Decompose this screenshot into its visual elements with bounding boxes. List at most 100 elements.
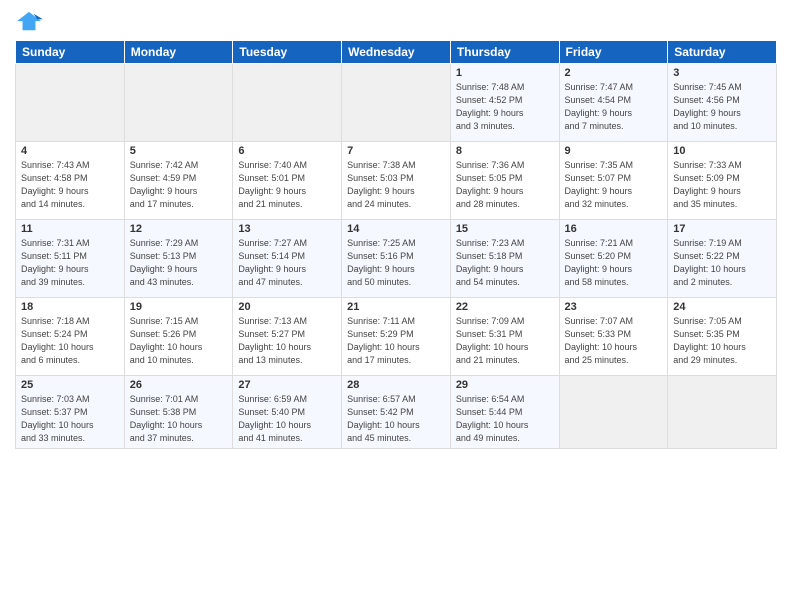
calendar-cell: 24 Sunrise: 7:05 AM Sunset: 5:35 PM Dayli… [668, 298, 777, 376]
day-info: Sunrise: 7:09 AM Sunset: 5:31 PM Dayligh… [456, 315, 554, 367]
calendar-cell [233, 64, 342, 142]
day-info: Sunrise: 7:38 AM Sunset: 5:03 PM Dayligh… [347, 159, 445, 211]
calendar-cell: 6 Sunrise: 7:40 AM Sunset: 5:01 PM Daylig… [233, 142, 342, 220]
day-info: Sunrise: 7:19 AM Sunset: 5:22 PM Dayligh… [673, 237, 771, 289]
calendar-page: SundayMondayTuesdayWednesdayThursdayFrid… [0, 0, 792, 612]
weekday-header-monday: Monday [124, 41, 233, 64]
day-number: 3 [673, 67, 771, 79]
day-info: Sunrise: 7:05 AM Sunset: 5:35 PM Dayligh… [673, 315, 771, 367]
day-info: Sunrise: 7:45 AM Sunset: 4:56 PM Dayligh… [673, 81, 771, 133]
calendar-cell: 19 Sunrise: 7:15 AM Sunset: 5:26 PM Dayli… [124, 298, 233, 376]
calendar-cell: 18 Sunrise: 7:18 AM Sunset: 5:24 PM Dayli… [16, 298, 125, 376]
calendar-cell [16, 64, 125, 142]
week-row-5: 25 Sunrise: 7:03 AM Sunset: 5:37 PM Dayli… [16, 376, 777, 449]
day-number: 11 [21, 223, 119, 235]
calendar-cell: 23 Sunrise: 7:07 AM Sunset: 5:33 PM Dayli… [559, 298, 668, 376]
calendar-cell: 4 Sunrise: 7:43 AM Sunset: 4:58 PM Daylig… [16, 142, 125, 220]
calendar-cell [342, 64, 451, 142]
day-info: Sunrise: 7:36 AM Sunset: 5:05 PM Dayligh… [456, 159, 554, 211]
calendar-table: SundayMondayTuesdayWednesdayThursdayFrid… [15, 40, 777, 449]
week-row-4: 18 Sunrise: 7:18 AM Sunset: 5:24 PM Dayli… [16, 298, 777, 376]
day-number: 13 [238, 223, 336, 235]
day-info: Sunrise: 7:15 AM Sunset: 5:26 PM Dayligh… [130, 315, 228, 367]
day-number: 23 [565, 301, 663, 313]
weekday-header-friday: Friday [559, 41, 668, 64]
day-info: Sunrise: 7:27 AM Sunset: 5:14 PM Dayligh… [238, 237, 336, 289]
day-info: Sunrise: 7:01 AM Sunset: 5:38 PM Dayligh… [130, 393, 228, 445]
calendar-cell: 25 Sunrise: 7:03 AM Sunset: 5:37 PM Dayli… [16, 376, 125, 449]
day-info: Sunrise: 6:54 AM Sunset: 5:44 PM Dayligh… [456, 393, 554, 445]
day-info: Sunrise: 7:23 AM Sunset: 5:18 PM Dayligh… [456, 237, 554, 289]
calendar-cell [124, 64, 233, 142]
logo [15, 10, 47, 34]
week-row-1: 1Sunrise: 7:48 AM Sunset: 4:52 PM Daylig… [16, 64, 777, 142]
day-number: 28 [347, 379, 445, 391]
calendar-cell: 10 Sunrise: 7:33 AM Sunset: 5:09 PM Dayli… [668, 142, 777, 220]
day-info: Sunrise: 7:07 AM Sunset: 5:33 PM Dayligh… [565, 315, 663, 367]
day-number: 8 [456, 145, 554, 157]
calendar-cell [668, 376, 777, 449]
day-info: Sunrise: 6:57 AM Sunset: 5:42 PM Dayligh… [347, 393, 445, 445]
header [15, 10, 777, 34]
day-info: Sunrise: 7:47 AM Sunset: 4:54 PM Dayligh… [565, 81, 663, 133]
day-info: Sunrise: 7:31 AM Sunset: 5:11 PM Dayligh… [21, 237, 119, 289]
day-number: 9 [565, 145, 663, 157]
calendar-cell: 14 Sunrise: 7:25 AM Sunset: 5:16 PM Dayli… [342, 220, 451, 298]
day-number: 5 [130, 145, 228, 157]
calendar-cell: 1Sunrise: 7:48 AM Sunset: 4:52 PM Daylig… [450, 64, 559, 142]
day-info: Sunrise: 7:33 AM Sunset: 5:09 PM Dayligh… [673, 159, 771, 211]
calendar-cell: 8 Sunrise: 7:36 AM Sunset: 5:05 PM Daylig… [450, 142, 559, 220]
day-info: Sunrise: 7:42 AM Sunset: 4:59 PM Dayligh… [130, 159, 228, 211]
calendar-cell: 5 Sunrise: 7:42 AM Sunset: 4:59 PM Daylig… [124, 142, 233, 220]
day-number: 17 [673, 223, 771, 235]
calendar-cell: 27 Sunrise: 6:59 AM Sunset: 5:40 PM Dayli… [233, 376, 342, 449]
weekday-header-sunday: Sunday [16, 41, 125, 64]
day-number: 26 [130, 379, 228, 391]
day-info: Sunrise: 7:11 AM Sunset: 5:29 PM Dayligh… [347, 315, 445, 367]
day-info: Sunrise: 7:18 AM Sunset: 5:24 PM Dayligh… [21, 315, 119, 367]
weekday-header-row: SundayMondayTuesdayWednesdayThursdayFrid… [16, 41, 777, 64]
calendar-cell: 20Sunrise: 7:13 AM Sunset: 5:27 PM Dayli… [233, 298, 342, 376]
day-number: 25 [21, 379, 119, 391]
day-info: Sunrise: 7:21 AM Sunset: 5:20 PM Dayligh… [565, 237, 663, 289]
day-number: 21 [347, 301, 445, 313]
day-number: 18 [21, 301, 119, 313]
calendar-cell: 17 Sunrise: 7:19 AM Sunset: 5:22 PM Dayli… [668, 220, 777, 298]
calendar-cell: 28 Sunrise: 6:57 AM Sunset: 5:42 PM Dayli… [342, 376, 451, 449]
calendar-cell: 21 Sunrise: 7:11 AM Sunset: 5:29 PM Dayli… [342, 298, 451, 376]
logo-icon [15, 10, 43, 34]
calendar-cell: 7Sunrise: 7:38 AM Sunset: 5:03 PM Daylig… [342, 142, 451, 220]
day-info: Sunrise: 6:59 AM Sunset: 5:40 PM Dayligh… [238, 393, 336, 445]
day-number: 2 [565, 67, 663, 79]
calendar-cell: 9Sunrise: 7:35 AM Sunset: 5:07 PM Daylig… [559, 142, 668, 220]
day-info: Sunrise: 7:25 AM Sunset: 5:16 PM Dayligh… [347, 237, 445, 289]
calendar-cell: 29 Sunrise: 6:54 AM Sunset: 5:44 PM Dayli… [450, 376, 559, 449]
day-number: 22 [456, 301, 554, 313]
calendar-cell: 15 Sunrise: 7:23 AM Sunset: 5:18 PM Dayli… [450, 220, 559, 298]
day-info: Sunrise: 7:03 AM Sunset: 5:37 PM Dayligh… [21, 393, 119, 445]
day-number: 27 [238, 379, 336, 391]
calendar-cell: 11 Sunrise: 7:31 AM Sunset: 5:11 PM Dayli… [16, 220, 125, 298]
weekday-header-thursday: Thursday [450, 41, 559, 64]
day-number: 6 [238, 145, 336, 157]
day-info: Sunrise: 7:43 AM Sunset: 4:58 PM Dayligh… [21, 159, 119, 211]
calendar-cell: 13 Sunrise: 7:27 AM Sunset: 5:14 PM Dayli… [233, 220, 342, 298]
day-number: 19 [130, 301, 228, 313]
day-info: Sunrise: 7:48 AM Sunset: 4:52 PM Dayligh… [456, 81, 554, 133]
calendar-cell: 3 Sunrise: 7:45 AM Sunset: 4:56 PM Daylig… [668, 64, 777, 142]
day-number: 24 [673, 301, 771, 313]
day-number: 29 [456, 379, 554, 391]
day-number: 10 [673, 145, 771, 157]
calendar-cell: 2 Sunrise: 7:47 AM Sunset: 4:54 PM Daylig… [559, 64, 668, 142]
day-number: 12 [130, 223, 228, 235]
day-number: 4 [21, 145, 119, 157]
week-row-3: 11 Sunrise: 7:31 AM Sunset: 5:11 PM Dayli… [16, 220, 777, 298]
day-number: 14 [347, 223, 445, 235]
week-row-2: 4 Sunrise: 7:43 AM Sunset: 4:58 PM Daylig… [16, 142, 777, 220]
day-info: Sunrise: 7:40 AM Sunset: 5:01 PM Dayligh… [238, 159, 336, 211]
calendar-cell [559, 376, 668, 449]
weekday-header-wednesday: Wednesday [342, 41, 451, 64]
day-number: 16 [565, 223, 663, 235]
day-number: 20 [238, 301, 336, 313]
day-number: 15 [456, 223, 554, 235]
